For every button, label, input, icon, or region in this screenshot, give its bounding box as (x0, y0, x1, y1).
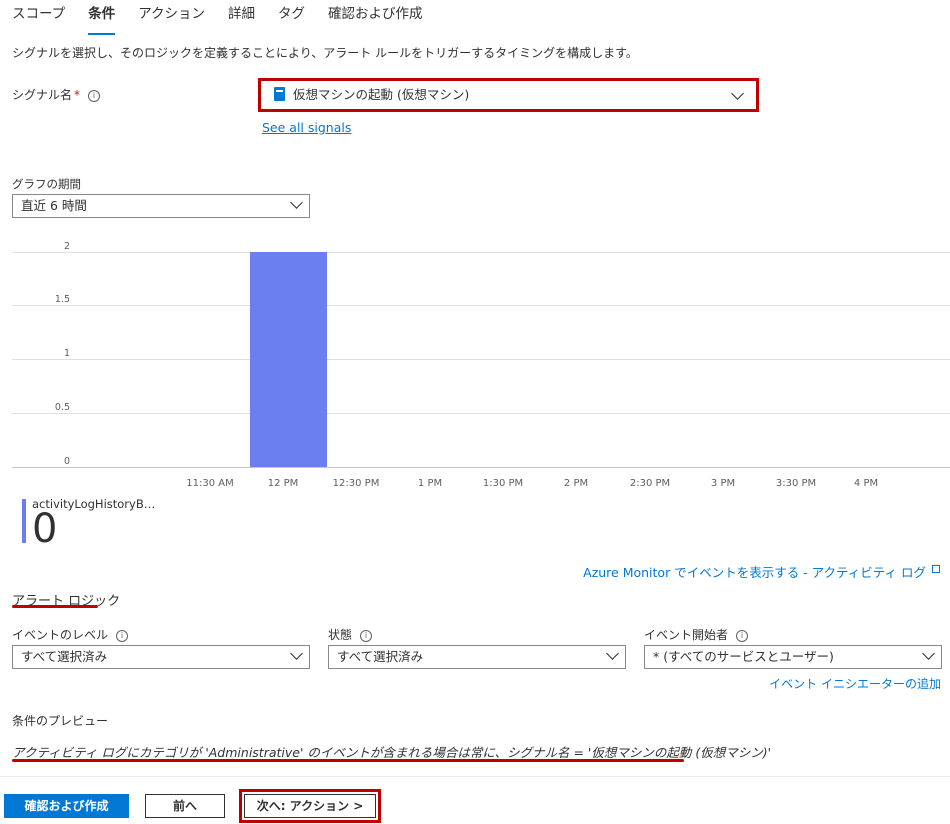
x-axis-line (12, 467, 950, 468)
status-value: すべて選択済み (337, 649, 424, 664)
status-label-text: 状態 (328, 628, 353, 642)
x-tick-label: 12:30 PM (332, 478, 380, 489)
x-tick-label: 2 PM (563, 478, 589, 489)
preview-heading: 条件のプレビュー (12, 714, 109, 728)
required-mark: * (74, 88, 81, 102)
preview-underline (12, 759, 684, 762)
x-tick-label: 11:30 AM (186, 478, 234, 489)
gridline (12, 305, 950, 306)
initiator-value: * (すべてのサービスとユーザー) (653, 649, 834, 664)
tab-scope[interactable]: スコープ (12, 0, 65, 32)
legend-value: 0 (32, 506, 58, 552)
event-level-label: イベントのレベル i (12, 626, 129, 643)
y-tick-label: 0 (63, 456, 70, 467)
initiator-label-text: イベント開始者 (644, 628, 729, 642)
gridline (12, 413, 950, 414)
wizard-tabs: スコープ 条件 アクション 詳細 タグ 確認および作成 (12, 0, 423, 35)
tab-tags[interactable]: タグ (278, 0, 305, 32)
gridline (12, 359, 950, 360)
info-icon[interactable]: i (736, 630, 749, 642)
x-tick-label: 3:30 PM (775, 478, 817, 489)
info-icon[interactable]: i (116, 630, 129, 642)
x-tick-label: 1:30 PM (482, 478, 524, 489)
initiator-dropdown[interactable]: * (すべてのサービスとユーザー) (644, 645, 942, 669)
x-tick-label: 1 PM (417, 478, 443, 489)
next-button-highlight-box (239, 789, 381, 823)
info-icon[interactable]: i (88, 90, 101, 102)
signal-highlight-box (258, 78, 759, 112)
chevron-down-icon (290, 196, 303, 209)
legend-color-bar (22, 499, 26, 543)
tab-details[interactable]: 詳細 (228, 0, 255, 32)
graph-period-label: グラフの期間 (12, 177, 81, 191)
x-tick-label: 4 PM (853, 478, 879, 489)
graph-period-dropdown[interactable]: 直近 6 時間 (12, 194, 310, 218)
y-tick-label: 0.5 (54, 402, 70, 413)
chevron-down-icon (606, 647, 619, 660)
status-label: 状態 i (328, 626, 373, 643)
x-tick-label: 2:30 PM (629, 478, 671, 489)
initiator-label: イベント開始者 i (644, 626, 749, 643)
alert-logic-underline (12, 605, 98, 608)
chevron-down-icon (922, 647, 935, 660)
x-tick-label: 3 PM (710, 478, 736, 489)
azure-monitor-link-text: Azure Monitor でイベントを表示する - アクティビティ ログ (583, 565, 926, 580)
review-create-button[interactable]: 確認および作成 (4, 794, 129, 818)
tab-review-create[interactable]: 確認および作成 (328, 0, 423, 32)
previous-button[interactable]: 前へ (145, 794, 225, 818)
x-tick-label: 12 PM (267, 478, 299, 489)
y-tick-label: 1.5 (54, 294, 70, 305)
azure-monitor-link[interactable]: Azure Monitor でイベントを表示する - アクティビティ ログ (583, 562, 926, 581)
signal-name-label: シグナル名 * i (12, 86, 101, 103)
event-level-dropdown[interactable]: すべて選択済み (12, 645, 310, 669)
see-all-signals-link[interactable]: See all signals (262, 120, 351, 135)
event-level-value: すべて選択済み (21, 649, 108, 664)
tab-condition[interactable]: 条件 (88, 0, 116, 35)
graph-period-value: 直近 6 時間 (21, 198, 87, 213)
page-description: シグナルを選択し、そのロジックを定義することにより、アラート ルールをトリガーす… (12, 46, 638, 60)
y-tick-label: 2 (63, 241, 70, 252)
footer-divider (0, 776, 950, 777)
external-link-icon (932, 565, 940, 573)
y-tick-label: 1 (63, 348, 70, 359)
info-icon[interactable]: i (360, 630, 373, 642)
add-initiator-link[interactable]: イベント イニシエーターの追加 (769, 675, 941, 692)
chevron-down-icon (290, 647, 303, 660)
tab-actions[interactable]: アクション (138, 0, 205, 32)
gridline (12, 252, 950, 253)
event-level-label-text: イベントのレベル (12, 628, 109, 642)
chart-bar[interactable] (250, 252, 327, 467)
status-dropdown[interactable]: すべて選択済み (328, 645, 626, 669)
signal-name-label-text: シグナル名 (12, 88, 73, 102)
